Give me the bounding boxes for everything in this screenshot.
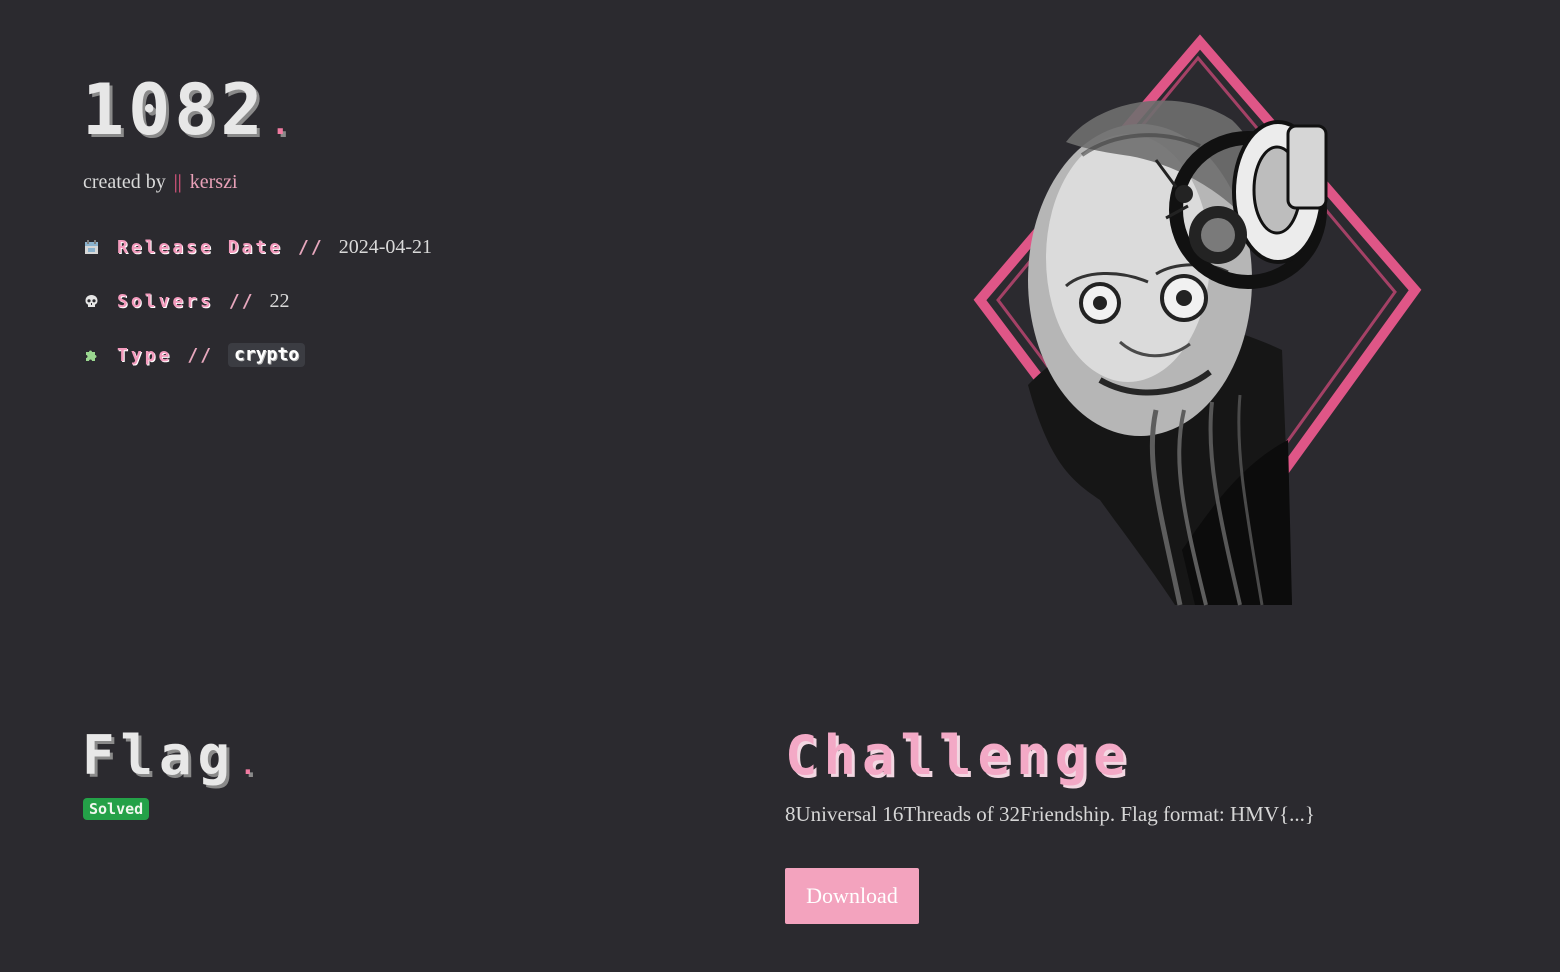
type-label: Type (117, 344, 173, 366)
skull-icon (83, 293, 99, 309)
flag-title: Flag. (82, 726, 262, 796)
flag-title-dot: . (240, 751, 262, 781)
creator-separator: || (173, 171, 182, 193)
calendar-icon (83, 239, 99, 255)
solved-badge: Solved (83, 798, 150, 820)
download-button[interactable]: Download (785, 868, 919, 924)
release-date-value: 2024-04-21 (338, 235, 433, 258)
creator-prefix: created by (83, 171, 166, 193)
solvers-separator: // (228, 290, 255, 312)
machine-title-text: 1082 (82, 69, 267, 151)
cyborg-portrait (1028, 100, 1328, 606)
release-date-separator: // (298, 236, 324, 258)
solvers-label: Solvers (117, 290, 214, 312)
machine-meta: Release Date // 2024-04-21 Solvers // 22… (83, 232, 432, 394)
type-separator: // (187, 344, 214, 366)
creator-name: kerszi (189, 171, 238, 193)
creator-line: created by || kerszi (83, 170, 238, 194)
puzzle-icon (83, 347, 99, 363)
challenge-title: Challenge (785, 724, 1132, 787)
release-date-label: Release Date (117, 236, 284, 258)
challenge-description: 8Universal 16Threads of 32Friendship. Fl… (785, 802, 1315, 826)
solvers-value: 22 (269, 289, 290, 312)
flag-title-text: Flag (82, 724, 237, 787)
machine-title: 1082. (82, 70, 294, 163)
solvers-row: Solvers // 22 (83, 286, 432, 316)
machine-artwork (973, 34, 1422, 606)
title-dot: . (270, 104, 294, 142)
type-row: Type // crypto (83, 340, 432, 370)
type-badge: crypto (228, 343, 306, 367)
release-date-row: Release Date // 2024-04-21 (83, 232, 432, 262)
